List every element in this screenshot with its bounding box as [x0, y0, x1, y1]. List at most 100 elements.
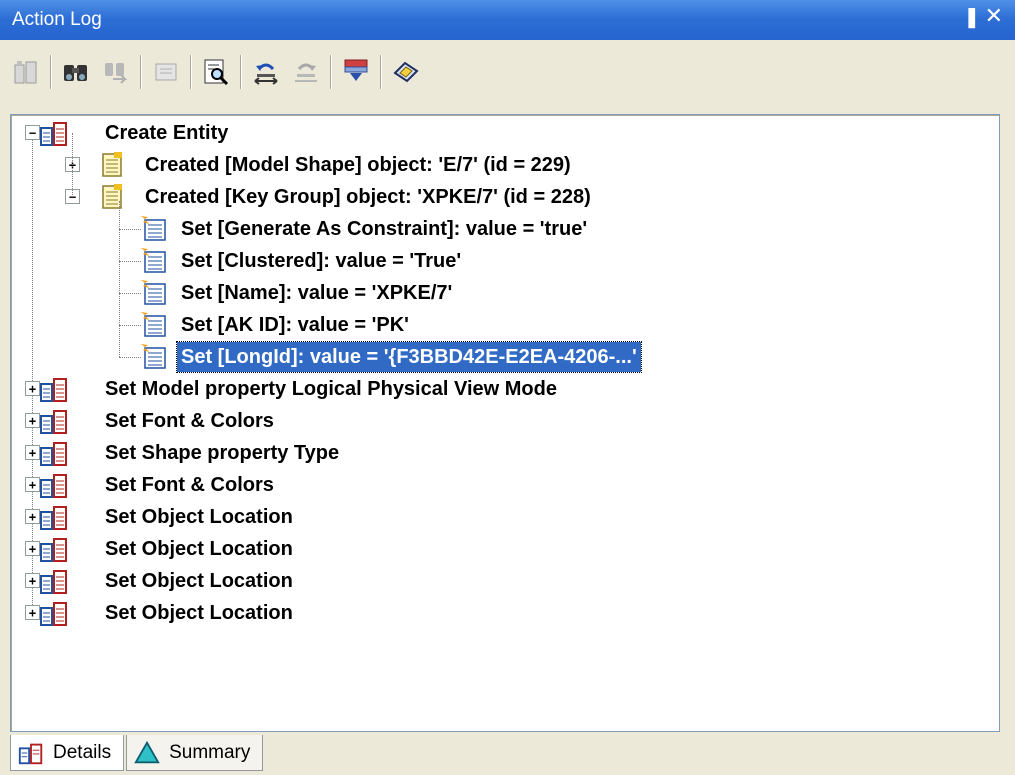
- preview-icon: [204, 59, 229, 86]
- transaction-icon: [40, 570, 67, 594]
- toolbar: [8, 46, 1008, 98]
- tree-item-label: Set [LongId]: value = '{F3BBD42E-E2EA-42…: [176, 341, 642, 373]
- tree-item-label: Set Object Location: [105, 570, 293, 592]
- transaction-icon: [40, 410, 67, 434]
- tree-item-label: Created [Model Shape] object: 'E/7' (id …: [145, 154, 571, 176]
- tree-item-label: Set Font & Colors: [105, 410, 274, 432]
- view-tabs: Details Summary: [10, 735, 264, 771]
- tree-connector: [119, 357, 141, 358]
- properties-button[interactable]: [148, 52, 184, 92]
- expand-icon[interactable]: +: [25, 509, 40, 524]
- undo-to-button[interactable]: [248, 52, 284, 92]
- tree-row[interactable]: + Set Model property Logical Physical Vie…: [11, 373, 996, 405]
- object-icon: [102, 152, 122, 177]
- action-tree[interactable]: − Create Entity + Created [Model Shape] obj…: [10, 114, 1000, 732]
- tree-row[interactable]: − Create Entity: [11, 117, 996, 149]
- property-icon: [141, 216, 166, 241]
- expand-icon[interactable]: +: [25, 381, 40, 396]
- filter-icon: [344, 59, 368, 81]
- tree-row[interactable]: + Set Object Location: [11, 501, 996, 533]
- expand-icon[interactable]: +: [25, 573, 40, 588]
- tree-row[interactable]: + Set Shape property Type: [11, 437, 996, 469]
- tree-row[interactable]: + Set Object Location: [11, 533, 996, 565]
- transaction-icon: [40, 538, 67, 562]
- undo-group-icon: [14, 61, 37, 84]
- toolbar-separator: [330, 55, 332, 89]
- action-log-window: Action Log ▐ ✕ − Create Entity + Created…: [0, 0, 1015, 775]
- expand-icon[interactable]: +: [25, 445, 40, 460]
- tree-row[interactable]: Set [AK ID]: value = 'PK': [11, 309, 996, 341]
- transaction-icon: [40, 442, 67, 466]
- tree-row[interactable]: + Set Font & Colors: [11, 405, 996, 437]
- find-icon: [64, 65, 87, 81]
- pin-icon[interactable]: ▐: [962, 9, 975, 29]
- tree-item-label: Set Shape property Type: [105, 442, 340, 464]
- toolbar-separator: [50, 55, 52, 89]
- tab-details-label: Details: [53, 741, 112, 763]
- transaction-icon: [40, 506, 67, 530]
- undo-to-icon: [254, 63, 278, 85]
- transaction-icon: [40, 474, 67, 498]
- help-button[interactable]: [388, 52, 424, 92]
- expand-icon[interactable]: +: [25, 605, 40, 620]
- find-next-icon: [105, 63, 128, 84]
- undo-group-button[interactable]: [8, 52, 44, 92]
- toolbar-separator: [240, 55, 242, 89]
- transaction-icon: [40, 602, 67, 626]
- tree-row[interactable]: Set [LongId]: value = '{F3BBD42E-E2EA-42…: [11, 341, 996, 373]
- expand-icon[interactable]: +: [25, 477, 40, 492]
- toolbar-separator: [140, 55, 142, 89]
- transaction-icon: [40, 378, 67, 402]
- property-icon: [141, 280, 166, 305]
- tree-row[interactable]: Set [Generate As Constraint]: value = 't…: [11, 213, 996, 245]
- tree-item-label: Create Entity: [105, 122, 229, 144]
- find-next-button[interactable]: [98, 52, 134, 92]
- property-icon: [141, 312, 166, 337]
- tree-item-label: Created [Key Group] object: 'XPKE/7' (id…: [145, 186, 591, 208]
- preview-button[interactable]: [198, 52, 234, 92]
- redo-to-button[interactable]: [288, 52, 324, 92]
- tree-item-label: Set Font & Colors: [105, 474, 274, 496]
- filter-button[interactable]: [338, 52, 374, 92]
- find-button[interactable]: [58, 52, 94, 92]
- tree-row[interactable]: Set [Clustered]: value = 'True': [11, 245, 996, 277]
- tree-connector: [119, 201, 120, 357]
- tree-item-label: Set Object Location: [105, 602, 293, 624]
- tree-row[interactable]: + Created [Model Shape] object: 'E/7' (id…: [11, 149, 996, 181]
- tree-connector: [72, 133, 73, 197]
- tree-item-label: Set [AK ID]: value = 'PK': [181, 314, 409, 336]
- toolbar-separator: [380, 55, 382, 89]
- close-icon[interactable]: ✕: [985, 6, 1003, 28]
- tab-summary[interactable]: Summary: [126, 735, 264, 771]
- tab-details[interactable]: Details: [10, 735, 125, 771]
- tree-connector: [119, 325, 141, 326]
- tree-row[interactable]: + Set Object Location: [11, 565, 996, 597]
- transaction-icon: [40, 122, 67, 146]
- details-icon: [18, 743, 43, 764]
- tree-item-label: Set Model property Logical Physical View…: [105, 378, 557, 400]
- tree-item-label: Set [Name]: value = 'XPKE/7': [181, 282, 453, 304]
- tree-connector: [119, 229, 141, 230]
- tree-item-label: Set Object Location: [105, 538, 293, 560]
- property-icon: [141, 248, 166, 273]
- redo-to-icon: [295, 63, 317, 82]
- tree-row[interactable]: + Set Object Location: [11, 597, 996, 629]
- toolbar-separator: [190, 55, 192, 89]
- property-icon: [141, 344, 166, 369]
- expand-icon[interactable]: +: [25, 541, 40, 556]
- tree-item-label: Set [Generate As Constraint]: value = 't…: [181, 218, 588, 240]
- object-icon: [102, 184, 122, 209]
- window-title: Action Log: [12, 9, 102, 30]
- summary-icon: [134, 740, 160, 763]
- tree-item-label: Set Object Location: [105, 506, 293, 528]
- tree-connector: [119, 261, 141, 262]
- tree-row[interactable]: + Set Font & Colors: [11, 469, 996, 501]
- tree-row[interactable]: − Created [Key Group] object: 'XPKE/7' (i…: [11, 181, 996, 213]
- collapse-icon[interactable]: −: [25, 125, 40, 140]
- expand-icon[interactable]: +: [25, 413, 40, 428]
- title-bar: Action Log ▐ ✕: [0, 0, 1015, 40]
- properties-icon: [155, 63, 177, 81]
- tab-summary-label: Summary: [169, 741, 251, 763]
- tree-connector: [119, 293, 141, 294]
- tree-row[interactable]: Set [Name]: value = 'XPKE/7': [11, 277, 996, 309]
